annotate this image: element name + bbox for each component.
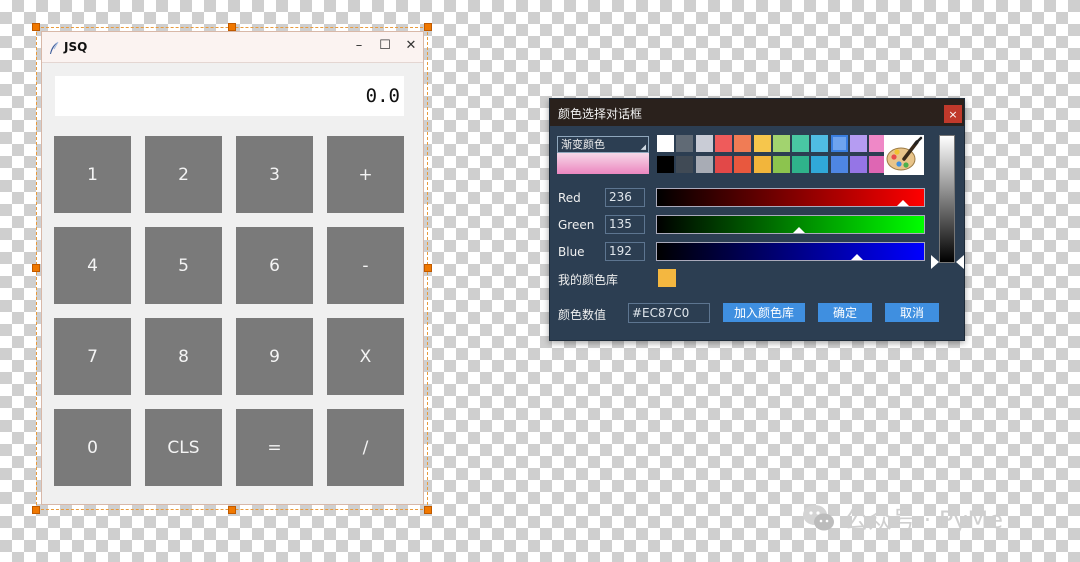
- calculator-display: 0.0: [55, 76, 404, 116]
- brightness-thumb-right[interactable]: [956, 255, 964, 269]
- palette-swatch[interactable]: [811, 156, 829, 173]
- key-9[interactable]: 9: [236, 318, 313, 395]
- palette-swatch[interactable]: [657, 156, 674, 173]
- dialog-title: 颜色选择对话框: [558, 107, 643, 121]
- color-dialog: 颜色选择对话框 × 渐变颜色 ◢ Red 236 Green 135 Blue …: [549, 98, 965, 341]
- key-2[interactable]: 2: [145, 136, 222, 213]
- resize-handle-middle-right[interactable]: [424, 264, 432, 272]
- key-6[interactable]: 6: [236, 227, 313, 304]
- color-picker-icon[interactable]: [884, 135, 924, 175]
- blue-slider[interactable]: [656, 242, 925, 261]
- brightness-slider[interactable]: [939, 135, 955, 263]
- resize-handle-top-center[interactable]: [228, 23, 236, 31]
- dialog-close-button[interactable]: ×: [944, 105, 962, 123]
- chevron-down-icon: ◢: [640, 143, 646, 151]
- maximize-icon[interactable]: ☐: [379, 38, 391, 53]
- palette-swatch[interactable]: [695, 135, 713, 152]
- key-minus[interactable]: -: [327, 227, 404, 304]
- red-value-input[interactable]: 236: [605, 188, 645, 207]
- palette-swatch[interactable]: [850, 135, 867, 152]
- palette-swatch[interactable]: [714, 135, 732, 152]
- palette-swatch[interactable]: [714, 156, 732, 173]
- palette-swatch[interactable]: [676, 156, 694, 173]
- ok-button[interactable]: 确定: [818, 303, 872, 322]
- palette-swatch[interactable]: [772, 156, 790, 173]
- key-0[interactable]: 0: [54, 409, 131, 486]
- key-clear[interactable]: CLS: [145, 409, 222, 486]
- slider-thumb[interactable]: [896, 200, 909, 206]
- palette-swatch[interactable]: [657, 135, 674, 152]
- resize-handle-top-right[interactable]: [424, 23, 432, 31]
- minimize-icon[interactable]: –: [353, 38, 365, 53]
- watermark: 公众号 · PyMe: [802, 500, 1003, 535]
- resize-handle-top-left[interactable]: [32, 23, 40, 31]
- palette-swatch[interactable]: [830, 156, 848, 173]
- palette-swatch[interactable]: [811, 135, 829, 152]
- key-7[interactable]: 7: [54, 318, 131, 395]
- palette-swatch[interactable]: [830, 135, 848, 152]
- wechat-icon: [802, 502, 836, 534]
- brightness-thumb-left[interactable]: [931, 255, 939, 269]
- color-library-swatch[interactable]: [658, 269, 676, 287]
- key-3[interactable]: 3: [236, 136, 313, 213]
- resize-handle-bottom-left[interactable]: [32, 506, 40, 514]
- window-title: JSQ: [64, 40, 88, 54]
- palette-swatch[interactable]: [695, 156, 713, 173]
- palette-swatch[interactable]: [792, 156, 810, 173]
- cancel-button[interactable]: 取消: [885, 303, 939, 322]
- key-multiply[interactable]: X: [327, 318, 404, 395]
- calculator-title-bar: JSQ – ☐ ✕: [42, 32, 423, 63]
- palette-swatch[interactable]: [734, 135, 752, 152]
- palette-swatch[interactable]: [792, 135, 810, 152]
- watermark-text: 公众号 · PyMe: [844, 506, 1004, 534]
- resize-handle-middle-left[interactable]: [32, 264, 40, 272]
- green-value-input[interactable]: 135: [605, 215, 645, 234]
- palette-swatch[interactable]: [676, 135, 694, 152]
- key-divide[interactable]: /: [327, 409, 404, 486]
- gradient-select[interactable]: 渐变颜色 ◢: [557, 136, 649, 153]
- palette-swatch[interactable]: [734, 156, 752, 173]
- feather-icon: [48, 40, 60, 54]
- color-library-label: 我的颜色库: [558, 273, 619, 287]
- key-4[interactable]: 4: [54, 227, 131, 304]
- key-equals[interactable]: =: [236, 409, 313, 486]
- hex-value-input[interactable]: #EC87C0: [628, 303, 710, 323]
- key-plus[interactable]: +: [327, 136, 404, 213]
- red-slider[interactable]: [656, 188, 925, 207]
- green-label: Green: [558, 218, 595, 232]
- resize-handle-bottom-center[interactable]: [228, 506, 236, 514]
- add-to-library-button[interactable]: 加入颜色库: [723, 303, 805, 322]
- key-5[interactable]: 5: [145, 227, 222, 304]
- gradient-preview: 渐变颜色 ◢: [557, 136, 649, 174]
- blue-value-input[interactable]: 192: [605, 242, 645, 261]
- red-label: Red: [558, 191, 581, 205]
- palette-swatch[interactable]: [753, 156, 771, 173]
- calculator-window: JSQ – ☐ ✕ 0.0 1 2 3 + 4 5 6 - 7 8 9 X 0 …: [41, 31, 424, 505]
- key-1[interactable]: 1: [54, 136, 131, 213]
- blue-label: Blue: [558, 245, 585, 259]
- palette-swatch[interactable]: [753, 135, 771, 152]
- resize-handle-bottom-right[interactable]: [424, 506, 432, 514]
- palette-swatch[interactable]: [772, 135, 790, 152]
- slider-thumb[interactable]: [851, 254, 864, 260]
- color-value-label: 颜色数值: [558, 308, 607, 322]
- gradient-select-label: 渐变颜色: [561, 138, 605, 151]
- palette-swatch[interactable]: [850, 156, 867, 173]
- green-slider[interactable]: [656, 215, 925, 234]
- dialog-title-bar: 颜色选择对话框 ×: [550, 99, 964, 126]
- slider-thumb[interactable]: [792, 227, 805, 233]
- key-8[interactable]: 8: [145, 318, 222, 395]
- close-icon[interactable]: ✕: [405, 38, 417, 53]
